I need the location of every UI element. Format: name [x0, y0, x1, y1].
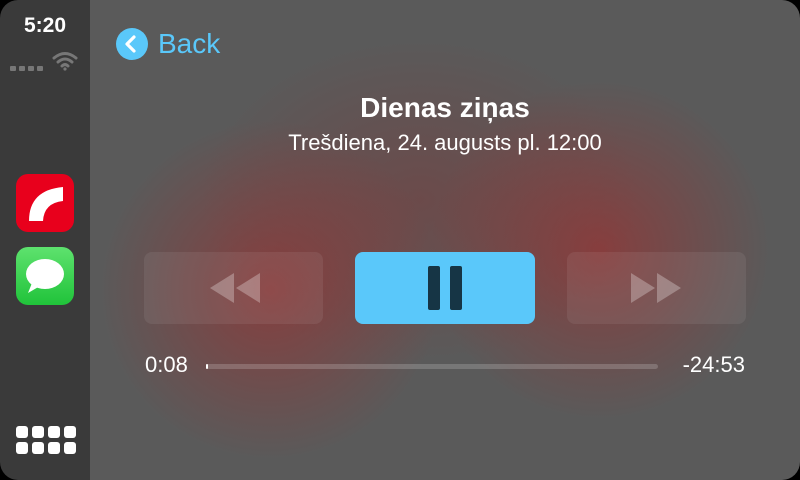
now-playing-view: Back Dienas ziņas Trešdiena, 24. augusts… [90, 0, 800, 480]
remaining-time: -24:53 [682, 352, 745, 377]
progress-bar[interactable] [206, 364, 658, 369]
carplay-screen: 5:20 Back Dienas ziņas Trešdiena, 24. au… [0, 0, 800, 480]
fast-forward-button[interactable] [567, 252, 746, 324]
chevron-left-icon [116, 28, 148, 60]
messages-app-icon[interactable] [16, 247, 74, 305]
progress-fill [206, 364, 209, 369]
elapsed-time: 0:08 [145, 352, 188, 377]
back-label: Back [158, 28, 221, 59]
back-button[interactable]: Back [116, 28, 220, 60]
rewind-icon [209, 273, 260, 303]
status-time: 5:20 [23, 14, 67, 37]
track-subtitle: Trešdiena, 24. augusts pl. 12:00 [288, 130, 602, 155]
track-title: Dienas ziņas [360, 92, 530, 123]
pause-button[interactable] [355, 252, 535, 324]
app-grid-icon[interactable] [16, 426, 76, 456]
status-indicators [10, 50, 82, 74]
sidebar: 5:20 [0, 0, 90, 480]
news-app-icon[interactable] [16, 174, 74, 232]
pause-icon [428, 266, 462, 310]
fast-forward-icon [630, 273, 681, 303]
rewind-button[interactable] [144, 252, 323, 324]
wifi-icon [52, 52, 78, 71]
cellular-signal-icon [10, 66, 43, 71]
